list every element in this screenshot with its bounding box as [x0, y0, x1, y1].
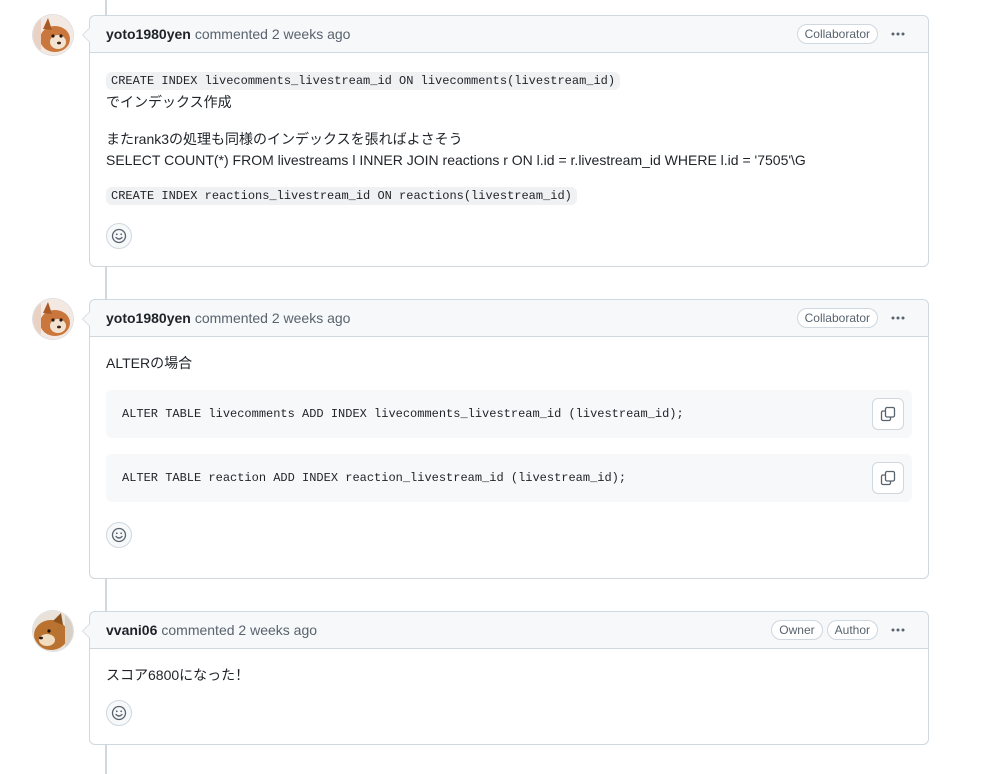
add-reaction-button[interactable] — [106, 700, 132, 726]
avatar-image — [33, 299, 73, 339]
kebab-horizontal-icon — [891, 316, 905, 320]
kebab-horizontal-icon — [891, 628, 905, 632]
comment-box: vvani06 commented 2 weeks ago Owner Auth… — [82, 611, 929, 745]
inline-code: CREATE INDEX reactions_livestream_id ON … — [106, 187, 577, 205]
code-block-text: ALTER TABLE livecomments ADD INDEX livec… — [122, 406, 684, 421]
avatar-image — [33, 15, 73, 55]
comment-body: ALTERの場合 ALTER TABLE livecomments ADD IN… — [90, 337, 928, 564]
owner-badge: Owner — [771, 620, 823, 640]
comment-text: またrank3の処理も同様のインデックスを張ればよさそう — [106, 131, 463, 147]
author-badge: Author — [826, 620, 878, 640]
comment-header: vvani06 commented 2 weeks ago Owner Auth… — [90, 612, 928, 649]
smiley-icon — [111, 705, 127, 721]
copy-icon — [880, 406, 896, 422]
copy-button[interactable] — [872, 398, 904, 430]
comment-text: ALTERの場合 — [106, 355, 193, 371]
smiley-icon — [111, 228, 127, 244]
add-reaction-button[interactable] — [106, 223, 132, 249]
comment-meta[interactable]: commented 2 weeks ago — [195, 26, 351, 42]
comment-author[interactable]: yoto1980yen — [106, 26, 191, 42]
copy-button[interactable] — [872, 462, 904, 494]
comment-header: yoto1980yen commented 2 weeks ago Collab… — [90, 300, 928, 337]
comment-box: yoto1980yen commented 2 weeks ago Collab… — [82, 15, 929, 267]
comment-options-button[interactable] — [884, 619, 912, 641]
code-block-text: ALTER TABLE reaction ADD INDEX reaction_… — [122, 470, 627, 485]
comment-header: yoto1980yen commented 2 weeks ago Collab… — [90, 16, 928, 53]
smiley-icon — [111, 527, 127, 543]
comment-meta[interactable]: commented 2 weeks ago — [161, 622, 317, 638]
collaborator-badge: Collaborator — [796, 308, 878, 328]
comment-options-button[interactable] — [884, 307, 912, 329]
comment-meta[interactable]: commented 2 weeks ago — [195, 310, 351, 326]
avatar[interactable] — [33, 611, 73, 651]
avatar[interactable] — [33, 15, 73, 55]
code-block: ALTER TABLE reaction ADD INDEX reaction_… — [106, 454, 912, 502]
inline-code: CREATE INDEX livecomments_livestream_id … — [106, 72, 621, 90]
avatar[interactable] — [33, 299, 73, 339]
comment-box: yoto1980yen commented 2 weeks ago Collab… — [82, 299, 929, 579]
comment-text: でインデックス作成 — [106, 94, 232, 110]
comment-author[interactable]: vvani06 — [106, 622, 157, 638]
add-reaction-button[interactable] — [106, 522, 132, 548]
comment-text: スコア6800になった！ — [106, 667, 250, 683]
comment-options-button[interactable] — [884, 23, 912, 45]
comment-body: スコア6800になった！ — [90, 649, 928, 742]
copy-icon — [880, 470, 896, 486]
comment-body: CREATE INDEX livecomments_livestream_id … — [90, 53, 928, 265]
avatar-image — [33, 611, 73, 651]
code-block: ALTER TABLE livecomments ADD INDEX livec… — [106, 390, 912, 438]
collaborator-badge: Collaborator — [796, 24, 878, 44]
kebab-horizontal-icon — [891, 32, 905, 36]
comment-text: SELECT COUNT(*) FROM livestreams l INNER… — [106, 152, 806, 168]
comment-author[interactable]: yoto1980yen — [106, 310, 191, 326]
